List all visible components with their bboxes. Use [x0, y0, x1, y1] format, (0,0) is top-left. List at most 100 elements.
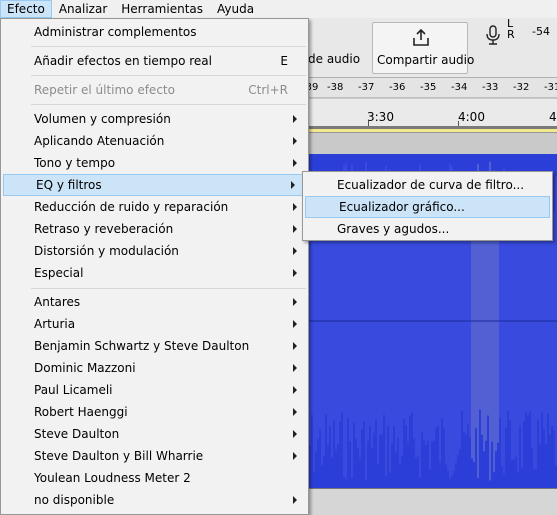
menu-item-label: Paul Licameli [34, 383, 113, 397]
meter-right-label: R [507, 28, 515, 41]
submenu-item-graves-agudos[interactable]: Graves y agudos... [303, 218, 552, 240]
menu-item-administrar-complementos[interactable]: Administrar complementos [1, 21, 308, 43]
meter-value: -54 [532, 25, 550, 38]
submenu-arrow-icon [293, 159, 297, 167]
meter-ruler: -39 -38 -37 -36 -35 -34 -33 -32 -31 [300, 78, 557, 98]
timeline-label: 4 [549, 110, 557, 124]
menu-separator [31, 75, 306, 76]
timeline[interactable]: 3:30 4:00 4 [300, 99, 557, 129]
track-bottom-strip [300, 488, 557, 515]
submenu-arrow-icon [293, 496, 297, 504]
audio-setup-label[interactable]: de audio [308, 52, 360, 66]
submenu-arrow-icon [293, 452, 297, 460]
menu-item-retraso-reveberacion[interactable]: Retraso y reveberación [1, 218, 308, 240]
effect-menu: Administrar complementos Añadir efectos … [0, 18, 309, 515]
menu-item-paul-licameli[interactable]: Paul Licameli [1, 379, 308, 401]
menu-item-label: Youlean Loudness Meter 2 [34, 471, 191, 485]
ruler-tick: -34 [451, 82, 468, 93]
ruler-tick: -35 [420, 82, 437, 93]
menu-item-label: Repetir el último efecto [34, 83, 175, 97]
menu-item-label: Arturia [34, 317, 76, 331]
share-audio-button[interactable]: Compartir audio [372, 22, 474, 74]
submenu-item-curva-filtro[interactable]: Ecualizador de curva de filtro... [303, 174, 552, 196]
menu-efecto[interactable]: Efecto [0, 0, 52, 18]
submenu-arrow-icon [293, 298, 297, 306]
share-icon [413, 29, 429, 46]
menu-item-aplicando-atenuacion[interactable]: Aplicando Atenuación [1, 130, 308, 152]
menu-item-label: Steve Daulton y Bill Wharrie [34, 449, 204, 463]
submenu-arrow-icon [293, 137, 297, 145]
ruler-tick: -33 [482, 82, 499, 93]
menu-item-label: Retraso y reveberación [34, 222, 174, 236]
submenu-arrow-icon [291, 181, 295, 189]
menu-item-especial[interactable]: Especial [1, 262, 308, 284]
menu-item-steve-daulton[interactable]: Steve Daulton [1, 423, 308, 445]
menu-item-label: Distorsión y modulación [34, 244, 179, 258]
submenu-item-label: Graves y agudos... [337, 222, 450, 236]
menu-item-robert-haenggi[interactable]: Robert Haenggi [1, 401, 308, 423]
submenu-item-label: Ecualizador gráfico... [339, 200, 465, 214]
submenu-arrow-icon [293, 386, 297, 394]
submenu-arrow-icon [293, 269, 297, 277]
ruler-tick: -38 [327, 82, 344, 93]
submenu-arrow-icon [293, 203, 297, 211]
menu-item-repetir-efecto[interactable]: Repetir el último efecto Ctrl+R [1, 79, 308, 101]
menu-item-antares[interactable]: Antares [1, 291, 308, 313]
playhead-region [300, 129, 557, 133]
submenu-arrow-icon [293, 408, 297, 416]
menu-item-label: Benjamin Schwartz y Steve Daulton [34, 339, 250, 353]
menu-item-label: Volumen y compresión [34, 112, 171, 126]
menu-herramientas[interactable]: Herramientas [114, 0, 210, 18]
menu-item-label: Aplicando Atenuación [34, 134, 165, 148]
submenu-arrow-icon [293, 430, 297, 438]
timeline-label: 4:00 [458, 110, 485, 124]
submenu-arrow-icon [293, 320, 297, 328]
menu-analizar[interactable]: Analizar [52, 0, 114, 18]
submenu-item-label: Ecualizador de curva de filtro... [337, 178, 525, 192]
submenu-arrow-icon [293, 115, 297, 123]
submenu-item-ecualizador-grafico[interactable]: Ecualizador gráfico... [305, 196, 550, 218]
menu-item-eq-filtros[interactable]: EQ y filtros [3, 174, 306, 196]
menu-item-shortcut: Ctrl+R [248, 83, 288, 97]
ruler-tick: -36 [389, 82, 406, 93]
menu-item-efectos-tiempo-real[interactable]: Añadir efectos en tiempo real E [1, 50, 308, 72]
menu-item-label: no disponible [34, 493, 115, 507]
ruler-tick: -31 [544, 82, 557, 93]
menu-item-daulton-wharrie[interactable]: Steve Daulton y Bill Wharrie [1, 445, 308, 467]
ruler-tick: -32 [513, 82, 530, 93]
meter-channels: L R [507, 18, 515, 40]
menu-bar: Efecto Analizar Herramientas Ayuda [0, 0, 557, 18]
track-header-gap [300, 134, 557, 154]
menu-item-volumen-compresion[interactable]: Volumen y compresión [1, 108, 308, 130]
menu-ayuda[interactable]: Ayuda [210, 0, 261, 18]
share-audio-label: Compartir audio [377, 53, 475, 67]
submenu-arrow-icon [293, 342, 297, 350]
timeline-label: 3:30 [367, 110, 394, 124]
menu-item-label: Robert Haenggi [34, 405, 128, 419]
menu-item-label: Steve Daulton [34, 427, 120, 441]
menu-item-no-disponible[interactable]: no disponible [1, 489, 308, 511]
menu-item-label: Administrar complementos [34, 25, 197, 39]
menu-item-arturia[interactable]: Arturia [1, 313, 308, 335]
menu-item-label: EQ y filtros [36, 178, 102, 192]
menu-item-tono-tempo[interactable]: Tono y tempo [1, 152, 308, 174]
submenu-arrow-icon [293, 225, 297, 233]
menu-item-label: Reducción de ruido y reparación [34, 200, 229, 214]
menu-item-schwartz-daulton[interactable]: Benjamin Schwartz y Steve Daulton [1, 335, 308, 357]
eq-submenu: Ecualizador de curva de filtro... Ecuali… [302, 171, 553, 241]
toolbar: de audio Compartir audio L R -54 [300, 18, 557, 78]
menu-item-label: Dominic Mazzoni [34, 361, 136, 375]
menu-separator [31, 104, 306, 105]
menu-item-label: Añadir efectos en tiempo real [34, 54, 212, 68]
menu-item-reduccion-ruido[interactable]: Reducción de ruido y reparación [1, 196, 308, 218]
menu-separator [31, 288, 306, 289]
menu-item-label: Especial [34, 266, 84, 280]
submenu-arrow-icon [293, 247, 297, 255]
submenu-arrow-icon [293, 364, 297, 372]
menu-item-distorsion-modulacion[interactable]: Distorsión y modulación [1, 240, 308, 262]
microphone-icon[interactable] [482, 24, 504, 46]
menu-item-shortcut: E [280, 54, 288, 68]
menu-item-label: Antares [34, 295, 81, 309]
menu-item-dominic-mazzoni[interactable]: Dominic Mazzoni [1, 357, 308, 379]
menu-item-youlean-loudness[interactable]: Youlean Loudness Meter 2 [1, 467, 308, 489]
